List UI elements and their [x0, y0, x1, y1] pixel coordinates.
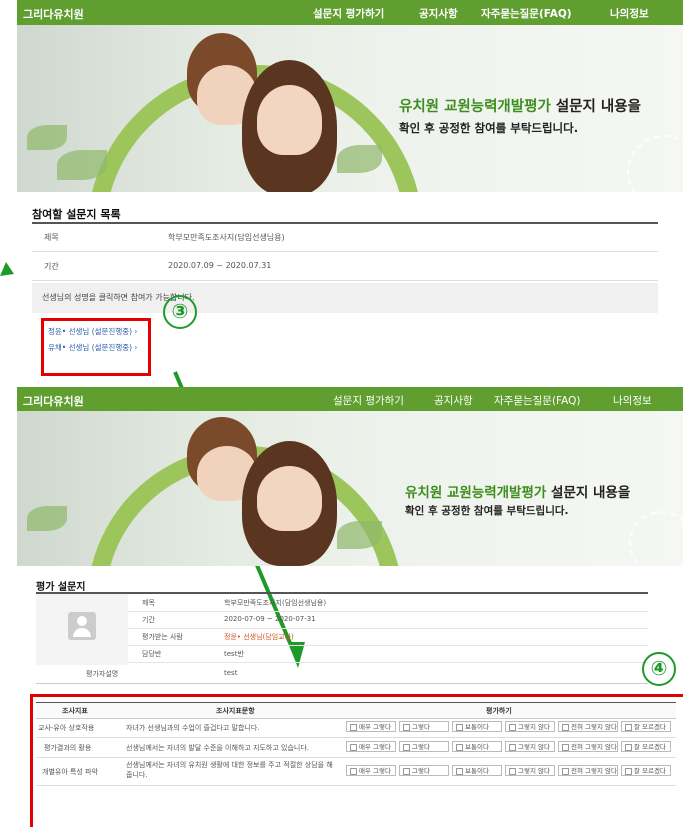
- rating-option[interactable]: 보통이다: [452, 765, 502, 776]
- menu-notice-2[interactable]: 공지사항: [434, 393, 473, 408]
- eval-table-row: 평가결과의 활용 선생님께서는 자녀의 발달 수준을 이해하고 지도하고 있습니…: [36, 737, 676, 758]
- hero-subtitle-2: 확인 후 공정한 참여를 부탁드립니다.: [405, 505, 569, 517]
- avatar-placeholder-icon: [68, 612, 96, 640]
- eval-row-class: 담당반 test반: [128, 645, 648, 663]
- eval-row-title: 제목 학부모만족도조사지(담임선생님용): [128, 594, 648, 612]
- rating-option[interactable]: 그렇지 않다: [505, 741, 555, 752]
- leaf-decor: [337, 521, 382, 549]
- rating-option[interactable]: 보통이다: [452, 741, 502, 752]
- menu-faq-2[interactable]: 자주묻는질문(FAQ): [494, 393, 581, 408]
- step-number-4: ④: [642, 652, 676, 686]
- rating-option[interactable]: 매우 그렇다: [346, 741, 396, 752]
- eval-table-row: 교사-유아 상호작용 자녀가 선생님과의 수업이 즐겁다고 말합니다. 매우 그…: [36, 717, 676, 738]
- menu-survey-2[interactable]: 설문지 평가하기: [333, 393, 404, 408]
- rating-option[interactable]: 그렇다: [399, 721, 449, 732]
- leaf-decor: [27, 506, 67, 531]
- rating-option[interactable]: 전혀 그렇지 않다: [558, 765, 618, 776]
- hero-title-2: 유치원 교원능력개발평가 설문지 내용을: [405, 485, 631, 501]
- top-nav-bar-2: 그리다유치원 설문지 평가하기 공지사항 자주묻는질문(FAQ) 나의정보: [17, 387, 683, 411]
- rating-option[interactable]: 그렇다: [399, 765, 449, 776]
- col-indicator-header: 조사지표: [62, 707, 88, 715]
- decor-ring: [629, 511, 683, 566]
- eval-heading: 평가 설문지: [36, 582, 86, 593]
- rating-option[interactable]: 전혀 그렇지 않다: [558, 721, 618, 732]
- eval-row-target: 평가받는 사람 정윤• 선생님(담임교사): [128, 628, 648, 646]
- rating-option[interactable]: 잘 모르겠다: [621, 721, 671, 732]
- rating-option[interactable]: 그렇지 않다: [505, 721, 555, 732]
- rating-option[interactable]: 전혀 그렇지 않다: [558, 741, 618, 752]
- rating-option[interactable]: 보통이다: [452, 721, 502, 732]
- app-logo-2[interactable]: 그리다유치원: [23, 393, 84, 409]
- rating-option[interactable]: 그렇지 않다: [505, 765, 555, 776]
- profile-photo-box: [36, 594, 128, 665]
- rating-option[interactable]: 매우 그렇다: [346, 721, 396, 732]
- hero-banner-2: 유치원 교원능력개발평가 설문지 내용을 확인 후 공정한 참여를 부탁드립니다…: [17, 411, 683, 566]
- eval-row-evaluator: 평가자설명 test: [36, 664, 648, 684]
- woman-face: [257, 466, 322, 531]
- eval-table-row: 개별유아 특성 파악 선생님께서는 자녀의 유치원 생활에 대한 정보를 주고 …: [36, 757, 676, 786]
- rating-option[interactable]: 매우 그렇다: [346, 765, 396, 776]
- rating-option[interactable]: 그렇다: [399, 741, 449, 752]
- rating-option[interactable]: 잘 모르겠다: [621, 741, 671, 752]
- rating-option[interactable]: 잘 모르겠다: [621, 765, 671, 776]
- col-rating-header: 평가하기: [486, 707, 512, 715]
- col-question-header: 조사지표문항: [216, 707, 255, 715]
- menu-myinfo-2[interactable]: 나의정보: [613, 393, 652, 408]
- eval-row-period: 기간 2020-07-09 ~ 2020-07-31: [128, 611, 648, 629]
